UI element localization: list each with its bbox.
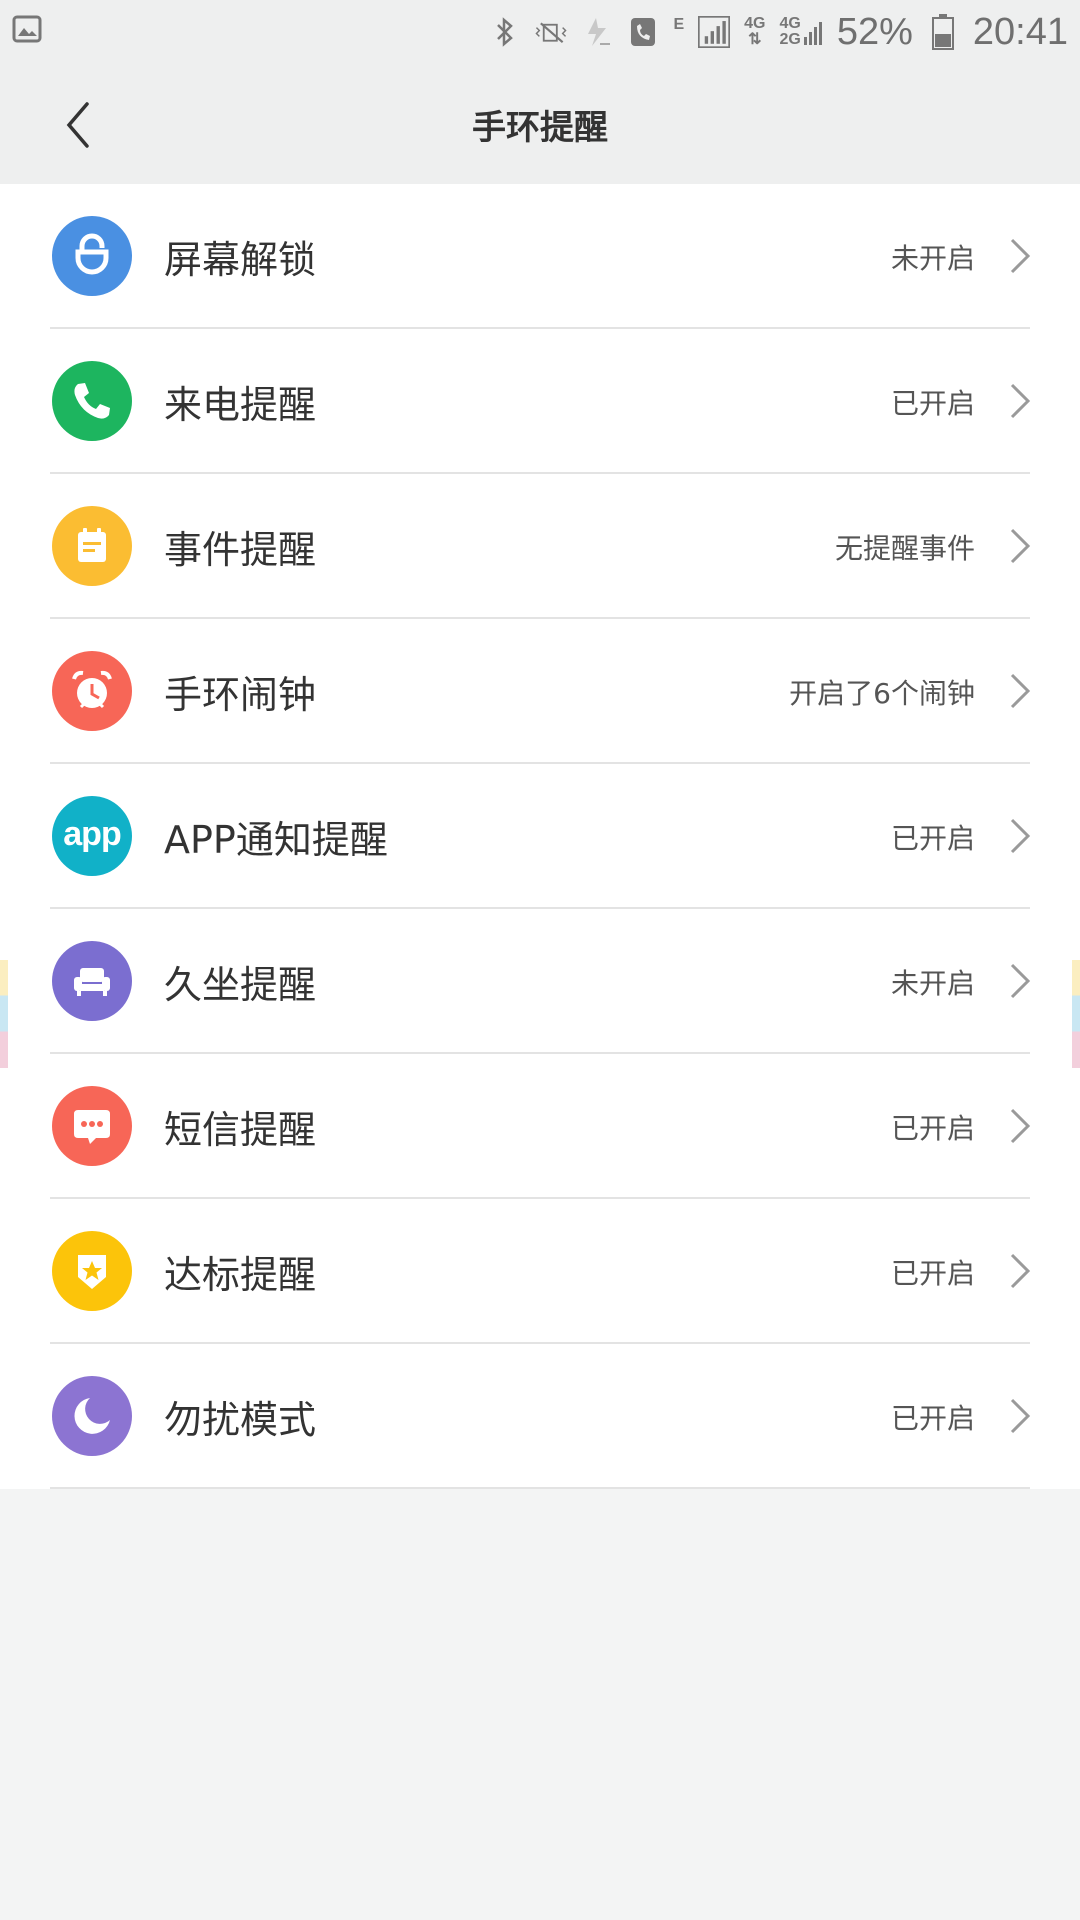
status-bar: E 4G ⇅ 4G 2G 52% 20:41 (0, 0, 1080, 64)
battery-icon (927, 14, 959, 50)
calendar-note-icon (52, 506, 132, 586)
divider (50, 1487, 1030, 1489)
moon-icon (52, 1376, 132, 1456)
edge-strip-right (1072, 960, 1080, 1068)
network-4g-indicator: 4G ⇅ (744, 16, 765, 48)
sim2-signal-icon (803, 22, 822, 45)
list-item-sedentary-reminder[interactable]: 久坐提醒 未开启 (0, 909, 1080, 1054)
sim-network-top: 4G (779, 15, 801, 32)
item-label: 达标提醒 (164, 1253, 317, 1297)
list-item-call-reminder[interactable]: 来电提醒 已开启 (0, 329, 1080, 474)
chevron-right-icon (1010, 1398, 1031, 1434)
call-icon (627, 16, 659, 48)
message-icon (52, 1086, 132, 1166)
chevron-right-icon (1010, 673, 1031, 709)
item-status: 已开启 (890, 1401, 975, 1435)
chevron-right-icon (1010, 528, 1031, 564)
back-button[interactable] (44, 90, 114, 160)
item-status: 已开启 (890, 1256, 975, 1290)
battery-percentage: 52% (836, 10, 913, 53)
sofa-icon (52, 941, 132, 1021)
list-item-app-notification[interactable]: app APP通知提醒 已开启 (0, 764, 1080, 909)
star-badge-icon (52, 1231, 132, 1311)
vibrate-mute-icon (535, 16, 568, 48)
chevron-right-icon (1010, 963, 1031, 999)
item-label: 屏幕解锁 (164, 238, 317, 282)
list-item-do-not-disturb[interactable]: 勿扰模式 已开启 (0, 1344, 1080, 1489)
alarm-clock-icon (52, 651, 132, 731)
top-navigation-bar: 手环提醒 (0, 64, 1080, 184)
chevron-right-icon (1010, 383, 1031, 419)
chevron-right-icon (1010, 818, 1031, 854)
item-status: 已开启 (890, 821, 975, 855)
item-label: 手环闹钟 (164, 673, 317, 717)
item-status: 未开启 (890, 966, 975, 1000)
item-status: 已开启 (890, 386, 975, 420)
item-label: 久坐提醒 (164, 963, 317, 1007)
sim-network-bottom: 2G (779, 31, 801, 48)
chevron-left-icon (66, 102, 89, 148)
item-label: 来电提醒 (164, 383, 317, 427)
signal-icon (698, 16, 731, 48)
item-status: 开启了6个闹钟 (789, 676, 975, 710)
reminder-settings-list: 屏幕解锁 未开启 来电提醒 已开启 事件提醒 无提醒事件 手环闹钟 开启了6个闹… (0, 184, 1080, 1489)
item-label: 事件提醒 (164, 528, 317, 572)
list-item-band-alarm[interactable]: 手环闹钟 开启了6个闹钟 (0, 619, 1080, 764)
list-item-goal-reminder[interactable]: 达标提醒 已开启 (0, 1199, 1080, 1344)
item-status: 无提醒事件 (834, 531, 975, 565)
page-title: 手环提醒 (472, 107, 608, 148)
network-4g-label: 4G (744, 15, 766, 32)
bluetooth-icon (489, 16, 521, 48)
chevron-right-icon (1010, 238, 1031, 274)
unlock-icon (52, 216, 132, 296)
list-item-screen-unlock[interactable]: 屏幕解锁 未开启 (0, 184, 1080, 329)
item-label: APP通知提醒 (164, 818, 388, 862)
item-status: 未开启 (890, 241, 975, 275)
list-item-sms-reminder[interactable]: 短信提醒 已开启 (0, 1054, 1080, 1199)
item-label: 短信提醒 (164, 1108, 317, 1152)
clock: 20:41 (972, 10, 1068, 53)
dual-sim-indicator: 4G 2G (780, 16, 823, 48)
gallery-notification-icon (12, 14, 42, 44)
data-arrows-icon: ⇅ (748, 31, 762, 48)
chevron-right-icon (1010, 1253, 1031, 1289)
item-label: 勿扰模式 (164, 1398, 317, 1442)
item-status: 已开启 (890, 1111, 975, 1145)
list-item-event-reminder[interactable]: 事件提醒 无提醒事件 (0, 474, 1080, 619)
app-icon-text: app (63, 814, 121, 853)
app-icon: app (52, 796, 132, 876)
data-saver-icon (581, 16, 613, 48)
edge-strip-left (0, 960, 8, 1068)
edge-indicator: E (673, 16, 685, 33)
chevron-right-icon (1010, 1108, 1031, 1144)
phone-icon (52, 361, 132, 441)
